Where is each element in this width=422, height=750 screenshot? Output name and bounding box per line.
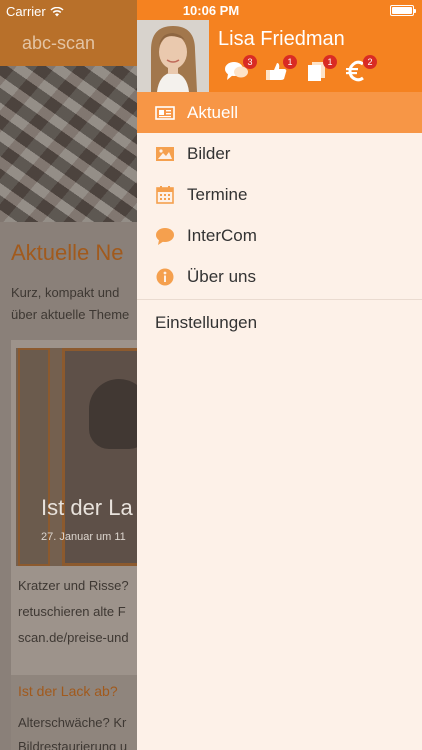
status-bar: Carrier 10:06 PM [0, 0, 422, 22]
menu-label: Termine [187, 184, 248, 204]
news-card-date: 27. Januar um 11 [41, 531, 126, 543]
intro-line: Kurz, kompakt und [11, 285, 120, 300]
news-card-2-title: Ist der Lack ab? [18, 683, 118, 699]
badge: 1 [283, 55, 297, 69]
menu-label: InterCom [187, 225, 257, 245]
battery-icon [390, 5, 416, 16]
menu-item-intercom[interactable]: InterCom [137, 215, 422, 256]
chat-icon[interactable]: 3 [224, 55, 257, 82]
notification-icons: 3 1 1 2 [224, 55, 377, 82]
settings-item[interactable]: Einstellungen [137, 300, 422, 346]
menu-label: Bilder [187, 143, 231, 163]
image-icon [155, 144, 175, 164]
badge: 1 [323, 55, 337, 69]
app-title: abc-scan [22, 33, 96, 53]
user-name: Lisa Friedman [218, 28, 345, 50]
calendar-icon [155, 185, 175, 205]
news-card-2-text: Alterschwäche? Kr Bildrestaurierung u [18, 711, 127, 750]
thumbs-icon[interactable]: 1 [264, 55, 297, 82]
badge: 2 [363, 55, 377, 69]
card-line: Bildrestaurierung u [18, 739, 128, 750]
avatar-image [137, 20, 209, 92]
side-drawer: Lisa Friedman 3 1 1 2 Aktuell Bilder Ter… [137, 0, 422, 750]
euro-icon[interactable]: 2 [344, 55, 377, 82]
status-time: 10:06 PM [182, 3, 240, 18]
section-heading: Aktuelle Ne [11, 240, 124, 265]
intro-line: über aktuelle Theme [11, 307, 130, 322]
card-line: Kratzer und Risse? [18, 578, 129, 593]
hero-image [0, 66, 160, 222]
menu-label: Über uns [187, 266, 256, 286]
drawer-menu: Aktuell Bilder Termine InterCom Über uns… [137, 92, 422, 346]
avatar[interactable] [137, 20, 209, 92]
menu-item-bilder[interactable]: Bilder [137, 133, 422, 174]
badge: 3 [243, 55, 257, 69]
documents-icon[interactable]: 1 [304, 55, 337, 82]
card-line: retuschieren alte F [18, 604, 126, 619]
menu-item-aktuell[interactable]: Aktuell [137, 92, 422, 133]
card-line: scan.de/preise-und [18, 630, 129, 645]
menu-item-termine[interactable]: Termine [137, 174, 422, 215]
news-card-text: Kratzer und Risse? retuschieren alte F s… [18, 573, 129, 651]
info-icon [155, 267, 175, 287]
menu-label: Aktuell [187, 102, 239, 122]
menu-item-ueber-uns[interactable]: Über uns [137, 256, 422, 297]
news-card-title: Ist der La [41, 495, 133, 520]
intro-text: Kurz, kompakt und über aktuelle Theme [11, 282, 129, 326]
news-icon [155, 103, 175, 123]
speech-bubble-icon [155, 226, 175, 246]
card-line: Alterschwäche? Kr [18, 715, 127, 730]
